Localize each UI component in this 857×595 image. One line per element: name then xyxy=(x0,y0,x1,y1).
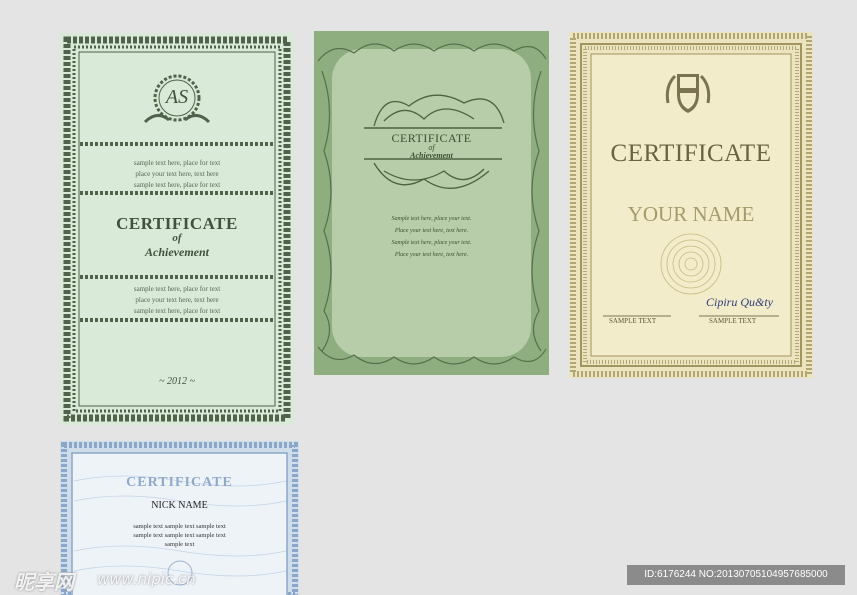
floral-border xyxy=(314,31,549,375)
signature-text: Cipiru Qu&ty xyxy=(705,295,773,309)
certificate-title: CERTIFICATE xyxy=(126,475,233,490)
shield-crest-icon xyxy=(665,74,711,113)
certificate-achievement: Achievement xyxy=(410,151,453,160)
sample-text-lines: sample text sample text sample text samp… xyxy=(133,523,226,548)
certificate-card-gold[interactable]: CERTIFICATE YOUR NAME Cipiru Qu&ty SAMPL… xyxy=(569,32,813,378)
image-id-text: ID:6176244 NO:20130705104957685000 xyxy=(644,569,828,580)
sample-text-lines: Sample text here, place your text. Place… xyxy=(391,216,472,258)
recipient-name: YOUR NAME xyxy=(627,202,755,226)
year-label: ~ 2012 ~ xyxy=(159,376,195,387)
nipic-url-watermark: www.nipic.cn xyxy=(97,570,196,588)
sample-text-top: sample text here, place for text place y… xyxy=(133,159,221,189)
certificate-title: CERTIFICATE xyxy=(116,214,238,233)
certificate-card-floral[interactable]: CERTIFICATE of Achievement Sample text h… xyxy=(314,31,549,375)
certificate-card-green-vertical[interactable]: AS sample text here, place for text plac… xyxy=(60,33,294,425)
certificate-of: of xyxy=(172,232,182,244)
nipic-logo-watermark: 昵享网 xyxy=(14,570,74,594)
sample-text-bottom: sample text here, place for text place y… xyxy=(133,285,221,315)
certificate-title: CERTIFICATE xyxy=(610,140,772,167)
certificate-achievement: Achievement xyxy=(145,245,209,259)
monogram-text: AS xyxy=(165,86,189,108)
sample-text-right: SAMPLE TEXT xyxy=(709,317,757,325)
sample-text-left: SAMPLE TEXT xyxy=(609,317,657,325)
image-id-badge: ID:6176244 NO:20130705104957685000 xyxy=(627,565,845,585)
recipient-name: NICK NAME xyxy=(151,500,208,511)
